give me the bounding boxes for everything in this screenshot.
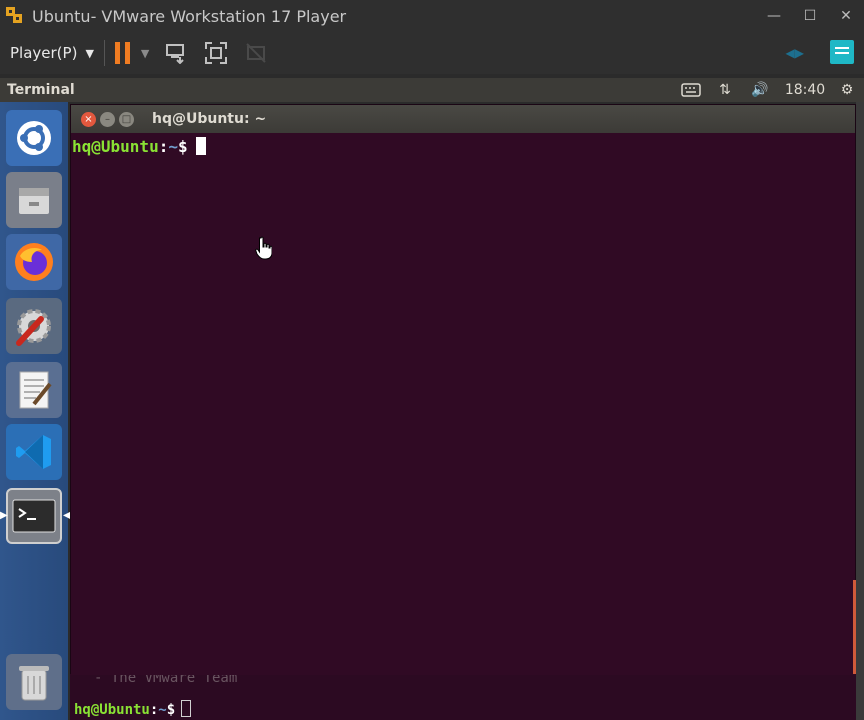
active-app-indicator-icon: ▶ <box>0 510 8 521</box>
settings-wrench-icon <box>16 309 51 346</box>
terminal-titlebar[interactable]: × – □ hq@Ubuntu: ~ <box>71 105 855 133</box>
firefox-icon <box>15 243 53 281</box>
trash-icon <box>19 666 49 701</box>
launcher-item-firefox[interactable] <box>6 234 62 290</box>
terminal-title: hq@Ubuntu: ~ <box>152 111 267 127</box>
text-cursor <box>195 137 206 155</box>
prompt-symbol: $ <box>166 702 176 718</box>
volume-icon[interactable]: 🔊 <box>748 78 772 102</box>
toolbar-divider <box>103 40 105 66</box>
minimize-button[interactable]: — <box>756 0 792 32</box>
active-app-title: Terminal <box>7 82 75 98</box>
unity-mode-icon[interactable] <box>243 40 269 66</box>
pause-dropdown-icon[interactable]: ▼ <box>141 47 149 60</box>
prompt-user: hq@Ubuntu <box>74 702 150 718</box>
player-menu[interactable]: Player(P) ▼ <box>10 44 94 62</box>
launcher-item-dash[interactable] <box>6 110 62 166</box>
prompt-user: hq@Ubuntu <box>72 137 159 156</box>
background-terminal[interactable]: - The VMware Team hq@Ubuntu:~$ <box>70 670 864 720</box>
launcher-item-terminal[interactable] <box>6 488 62 544</box>
launcher-item-files[interactable] <box>6 172 62 228</box>
launcher: ▶ ◀ <box>0 102 71 720</box>
maximize-button[interactable]: ☐ <box>792 0 828 32</box>
vmware-logo-icon <box>4 5 26 27</box>
vmware-titlebar: Ubuntu- VMware Workstation 17 Player — ☐… <box>0 0 864 32</box>
hand-pointer-icon <box>255 236 272 260</box>
prompt-path: ~ <box>168 137 178 156</box>
pause-icon[interactable] <box>114 42 133 64</box>
launcher-item-text-editor[interactable] <box>6 362 62 418</box>
terminal-prompt: hq@Ubuntu:~$ <box>72 137 206 156</box>
vmware-toolbar: Player(P) ▼ ▼ ◀▶ <box>0 32 864 74</box>
send-ctrl-alt-del-icon[interactable] <box>163 40 189 66</box>
terminal-close-button[interactable]: × <box>81 111 96 127</box>
collapse-arrow-icon[interactable]: ◀▶ <box>786 46 804 60</box>
terminal-output[interactable]: hq@Ubuntu:~$ <box>71 133 855 675</box>
clock[interactable]: 18:40 <box>782 78 828 102</box>
close-button[interactable]: ✕ <box>828 0 864 32</box>
terminal-maximize-button[interactable]: □ <box>119 111 134 127</box>
background-prompt: hq@Ubuntu:~$ <box>74 700 192 718</box>
launcher-item-trash[interactable] <box>6 654 62 710</box>
network-icon[interactable]: ⇅ <box>714 78 736 102</box>
fullscreen-icon[interactable] <box>203 40 229 66</box>
launcher-item-system-settings[interactable] <box>6 298 62 354</box>
terminal-icon <box>12 499 56 533</box>
window-title: Ubuntu- VMware Workstation 17 Player <box>32 6 347 26</box>
text-cursor <box>181 700 192 717</box>
vm-right-scrollbar[interactable] <box>856 102 864 720</box>
prompt-symbol: $ <box>177 137 188 156</box>
clock-time: 18:40 <box>784 82 826 98</box>
notes-icon[interactable] <box>830 40 854 64</box>
terminal-minimize-button[interactable]: – <box>100 111 115 127</box>
vscode-icon <box>16 435 51 469</box>
chevron-down-icon: ▼ <box>85 46 94 60</box>
launcher-item-vscode[interactable] <box>6 424 62 480</box>
text-editor-icon <box>19 371 52 409</box>
scroll-thumb[interactable] <box>853 580 856 674</box>
file-cabinet-icon <box>19 188 49 214</box>
terminal-window[interactable]: × – □ hq@Ubuntu: ~ hq@Ubuntu:~$ <box>70 104 856 675</box>
prompt-colon: : <box>158 137 169 156</box>
ubuntu-logo-icon <box>17 121 51 155</box>
player-menu-label: Player(P) <box>10 44 78 62</box>
ubuntu-top-panel: Terminal ⇅ 🔊 18:40 ⚙ <box>0 78 864 102</box>
keyboard-icon[interactable] <box>680 78 702 102</box>
prompt-path: ~ <box>158 702 167 718</box>
gear-icon[interactable]: ⚙ <box>836 78 858 102</box>
